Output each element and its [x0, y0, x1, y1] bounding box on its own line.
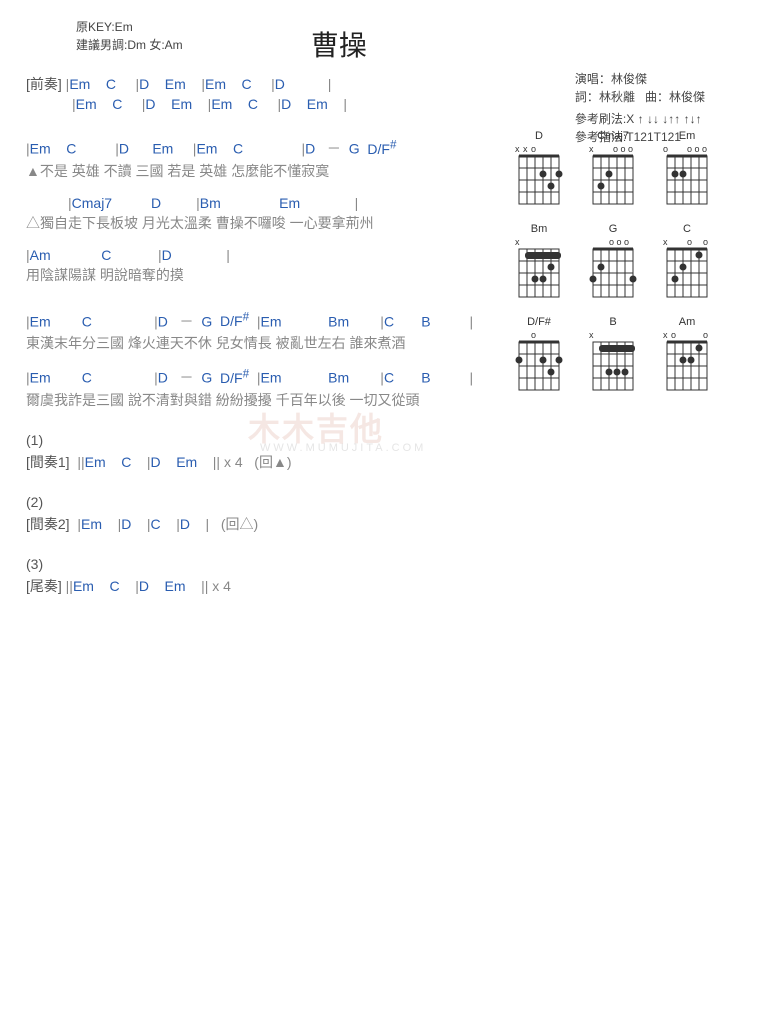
interlude2: [間奏2] |Em |D |C |D | (回△)	[26, 514, 739, 534]
chord-diagram-cmaj7: Cmaj7 xo o o	[583, 130, 643, 211]
svg-text:x: x	[663, 330, 668, 340]
chord-diagram-b: B x	[583, 316, 643, 397]
outro: [尾奏] ||Em C |D Em || x 4	[26, 576, 739, 596]
section-3: (3)	[26, 556, 739, 572]
svg-text:o: o	[671, 330, 676, 340]
svg-text:o: o	[687, 237, 692, 247]
chord-diagram-c: C xoo	[657, 223, 717, 304]
svg-text:o o o: o o o	[613, 144, 633, 154]
svg-text:x: x	[589, 144, 594, 154]
svg-text:x: x	[523, 144, 528, 154]
credits: 詞：林秋離 曲：林俊傑	[575, 88, 705, 106]
svg-text:o: o	[703, 237, 708, 247]
svg-text:x: x	[515, 237, 520, 247]
chord-diagram-panel: D xxo Cmaj7 xo o o	[509, 130, 739, 409]
svg-text:o: o	[531, 144, 536, 154]
chord-diagram-am: Am xoo	[657, 316, 717, 397]
svg-text:o: o	[531, 330, 536, 340]
svg-text:x: x	[589, 330, 594, 340]
chord-diagram-d: D xxo	[509, 130, 569, 211]
interlude1: [間奏1] ||Em C |D Em || x 4 (回▲)	[26, 452, 739, 472]
performer: 演唱：林俊傑	[575, 70, 705, 88]
svg-text:o o o: o o o	[687, 144, 707, 154]
svg-text:o o o: o o o	[609, 237, 629, 247]
svg-text:x: x	[663, 237, 668, 247]
chord-diagram-bm: Bm x	[509, 223, 569, 304]
song-title: 曹操	[83, 18, 595, 64]
strum-pattern: 參考刷法:X ↑ ↓↓ ↓↑↑ ↑↓↑	[575, 110, 705, 128]
section-2: (2)	[26, 494, 739, 510]
chord-diagram-g: G o o o	[583, 223, 643, 304]
chord-diagram-dfsharp: D/F# o	[509, 316, 569, 397]
svg-text:o: o	[703, 330, 708, 340]
chord-diagram-em: Em oo o o	[657, 130, 717, 211]
section-1: (1)	[26, 432, 739, 448]
svg-text:x: x	[515, 144, 520, 154]
svg-text:o: o	[663, 144, 668, 154]
